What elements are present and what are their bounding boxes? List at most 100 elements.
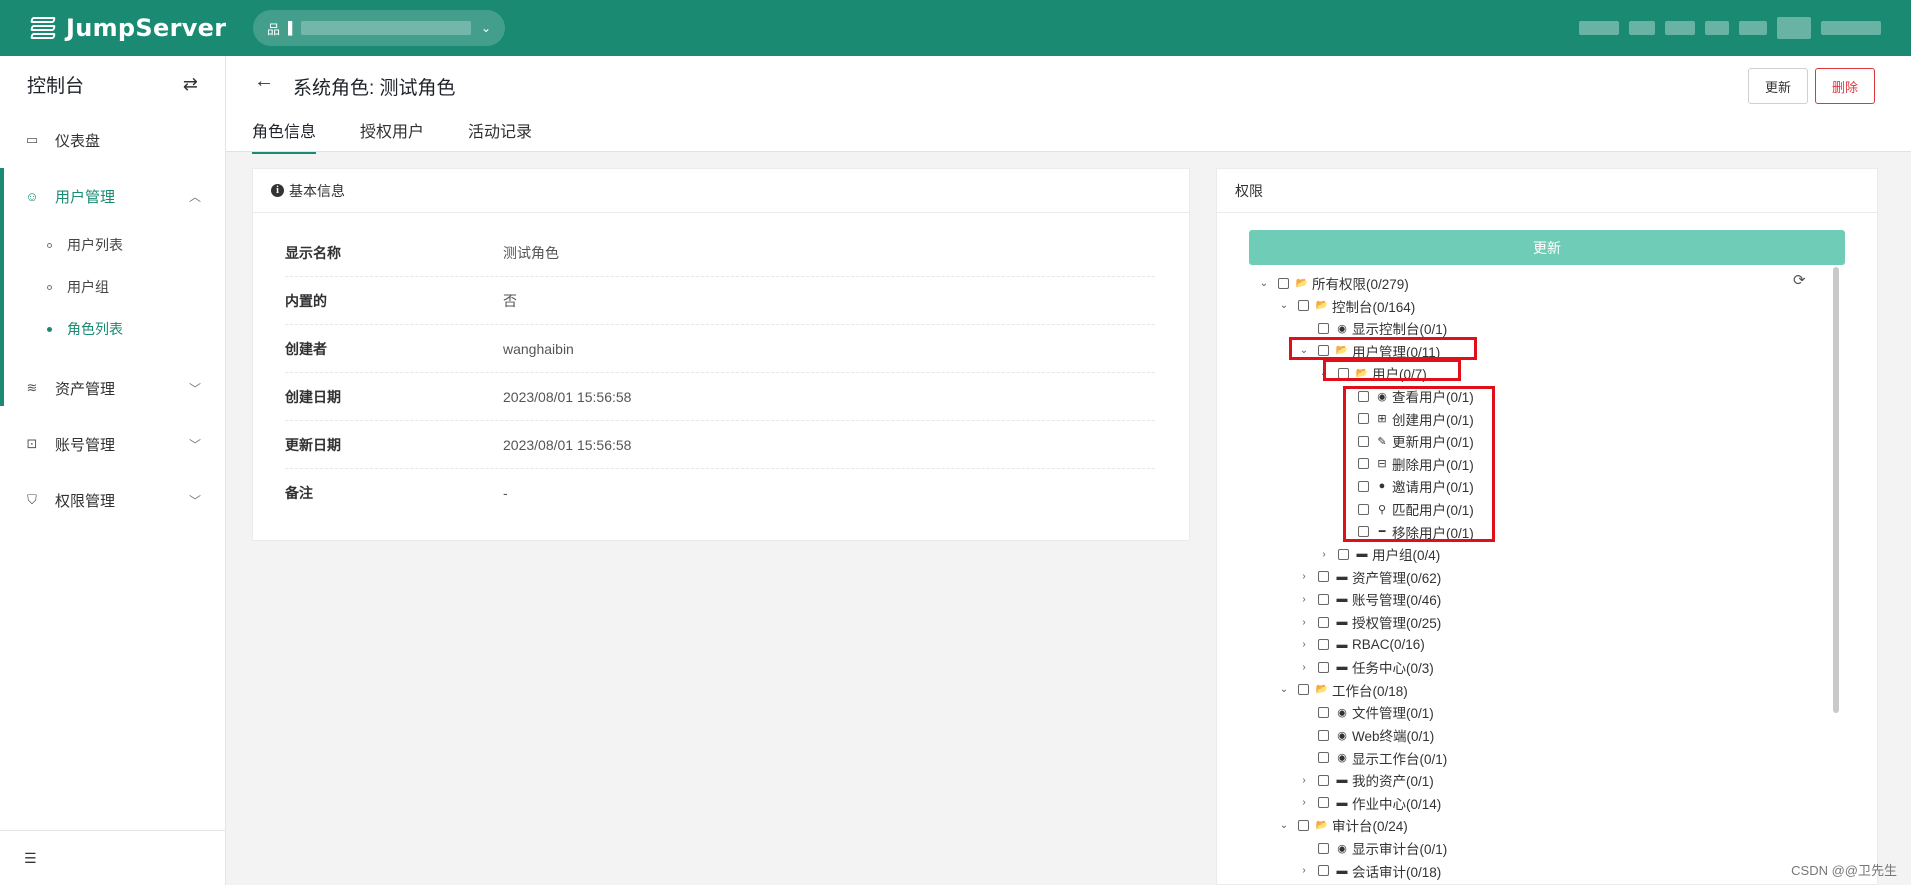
tree-node[interactable]: ⌄ 📂 控制台(0/164) xyxy=(1277,296,1415,316)
tree-node[interactable]: ⌄ 📂 所有权限(0/279) xyxy=(1257,273,1409,293)
checkbox[interactable] xyxy=(1318,729,1329,741)
checkbox[interactable] xyxy=(1318,639,1329,651)
sidebar-item-label: 用户管理 xyxy=(55,188,116,206)
checkbox[interactable] xyxy=(1298,684,1309,696)
tree-node[interactable]: ◉ Web终端(0/1) xyxy=(1297,725,1434,745)
sidebar-item-asset-management[interactable]: ≋ 资产管理 ﹀ xyxy=(0,360,225,416)
chevron-right-icon[interactable]: › xyxy=(1297,797,1311,808)
checkbox[interactable] xyxy=(1318,706,1329,718)
tree-node[interactable]: › ▬ RBAC(0/16) xyxy=(1297,635,1424,655)
folder-icon: ▬ xyxy=(1336,774,1348,787)
eye-icon: ◉ xyxy=(1337,752,1347,765)
chevron-right-icon[interactable]: › xyxy=(1297,594,1311,605)
chevron-right-icon[interactable]: › xyxy=(1297,571,1311,582)
checkbox[interactable] xyxy=(1318,842,1329,854)
sidebar-item-permission-management[interactable]: ⛉ 权限管理 ﹀ xyxy=(0,472,225,528)
tree-node[interactable]: ◉ 显示控制台(0/1) xyxy=(1297,318,1447,338)
checkbox[interactable] xyxy=(1318,661,1329,673)
tree-node-label: 显示控制台(0/1) xyxy=(1352,322,1448,338)
highlight-box xyxy=(1343,386,1495,542)
info-value: 2023/08/01 15:56:58 xyxy=(503,436,632,453)
tab-activity-log[interactable]: 活动记录 xyxy=(468,118,532,154)
sidebar-collapse-button[interactable]: ☰ xyxy=(0,830,225,885)
tree-node[interactable]: › ▬ 账号管理(0/46) xyxy=(1297,589,1441,609)
tab-role-info[interactable]: 角色信息 xyxy=(252,118,317,154)
tree-node[interactable]: ◉ 显示工作台(0/1) xyxy=(1297,748,1447,768)
tree-node[interactable]: ◉ 显示审计台(0/1) xyxy=(1297,838,1447,858)
tree-node[interactable]: › ▬ 会话审计(0/18) xyxy=(1297,861,1441,881)
info-row: 创建日期 2023/08/01 15:56:58 xyxy=(285,373,1155,421)
eye-icon: ◉ xyxy=(1337,729,1347,742)
chevron-right-icon[interactable]: › xyxy=(1297,617,1311,628)
checkbox[interactable] xyxy=(1278,277,1289,289)
chevron-down-icon[interactable]: ⌄ xyxy=(1277,820,1291,831)
tree-node[interactable]: › ▬ 资产管理(0/62) xyxy=(1297,567,1441,587)
page-header: ← 系统角色: 测试角色 角色信息 授权用户 活动记录 更新 删除 xyxy=(226,56,1911,154)
highlight-box xyxy=(1289,337,1477,360)
back-arrow-icon[interactable]: ← xyxy=(254,70,274,93)
user-area[interactable] xyxy=(1579,17,1881,39)
tree-node[interactable]: ◉ 文件管理(0/1) xyxy=(1297,702,1434,722)
card-header: i 基本信息 xyxy=(253,169,1189,213)
sidebar-subitem-user-list[interactable]: 用户列表 xyxy=(0,224,225,266)
info-key: 创建者 xyxy=(285,340,327,357)
folder-icon: ▬ xyxy=(1336,593,1348,606)
permission-card: 权限 更新 ⌄ 📂 所有权限(0/279) ⌄ 📂 控制台(0/164) ◉ 显示控制台(0/… xyxy=(1216,168,1878,885)
checkbox[interactable] xyxy=(1298,300,1309,312)
eye-icon: ◉ xyxy=(1337,322,1347,335)
checkbox[interactable] xyxy=(1318,797,1329,809)
tree-node[interactable]: › ▬ 任务中心(0/3) xyxy=(1297,657,1433,677)
tree-node-label: 显示审计台(0/1) xyxy=(1352,842,1448,857)
chevron-right-icon[interactable]: › xyxy=(1297,775,1311,786)
chevron-right-icon[interactable]: › xyxy=(1297,639,1311,650)
info-key: 显示名称 xyxy=(285,244,341,261)
tree-node[interactable]: › ▬ 授权管理(0/25) xyxy=(1297,612,1441,632)
switch-view-icon[interactable]: ⇄ xyxy=(183,74,198,95)
folder-icon: ▬ xyxy=(1336,638,1348,651)
info-row: 备注 - xyxy=(285,469,1155,517)
tree-node-label: 会话审计(0/18) xyxy=(1352,864,1442,880)
sidebar-item-user-management[interactable]: ☺ 用户管理 ︿ xyxy=(0,168,225,224)
chevron-right-icon[interactable]: › xyxy=(1297,865,1311,876)
chevron-right-icon[interactable]: › xyxy=(1297,662,1311,673)
tab-authorized-users[interactable]: 授权用户 xyxy=(360,118,424,154)
tree-node[interactable]: › ▬ 我的资产(0/1) xyxy=(1297,770,1433,790)
chevron-down-icon: ⌄ xyxy=(480,21,491,35)
scrollbar[interactable] xyxy=(1833,267,1839,713)
logo[interactable]: JumpServer xyxy=(28,13,228,43)
chevron-down-icon[interactable]: ⌄ xyxy=(1257,278,1271,289)
tree-node[interactable]: › ▬ 用户组(0/4) xyxy=(1317,544,1440,564)
update-button[interactable]: 更新 xyxy=(1748,68,1809,104)
tree-node[interactable]: ⌄ 📂 工作台(0/18) xyxy=(1277,680,1408,700)
chevron-up-icon: ︿ xyxy=(188,189,201,204)
chevron-down-icon[interactable]: ⌄ xyxy=(1277,300,1291,311)
tree-node-label: 用户组(0/4) xyxy=(1372,548,1441,564)
checkbox[interactable] xyxy=(1318,616,1329,628)
folder-open-icon: 📂 xyxy=(1295,277,1309,289)
top-bar: JumpServer 品 ▌ ⌄ xyxy=(0,0,1911,56)
organization-select[interactable]: 品 ▌ ⌄ xyxy=(253,10,505,46)
folder-icon: ▬ xyxy=(1336,661,1348,674)
chevron-right-icon[interactable]: › xyxy=(1317,549,1331,560)
folder-open-icon: 📂 xyxy=(1315,819,1329,831)
sidebar-item-label: 资产管理 xyxy=(55,380,116,398)
chevron-down-icon[interactable]: ⌄ xyxy=(1277,684,1291,695)
collapse-menu-icon: ☰ xyxy=(24,849,37,866)
delete-button[interactable]: 删除 xyxy=(1815,68,1876,104)
checkbox[interactable] xyxy=(1298,819,1309,831)
sidebar-subitem-role-list[interactable]: 角色列表 xyxy=(0,308,225,350)
checkbox[interactable] xyxy=(1318,571,1329,583)
checkbox[interactable] xyxy=(1318,774,1329,786)
tree-node[interactable]: ⌄ 📂 审计台(0/24) xyxy=(1277,815,1408,835)
checkbox[interactable] xyxy=(1338,548,1349,560)
checkbox[interactable] xyxy=(1318,593,1329,605)
sidebar-subitem-user-groups[interactable]: 用户组 xyxy=(0,266,225,308)
tree-node[interactable]: › ▬ 作业中心(0/14) xyxy=(1297,793,1441,813)
checkbox[interactable] xyxy=(1318,752,1329,764)
sidebar-item-dashboard[interactable]: ▭ 仪表盘 xyxy=(0,112,225,168)
sidebar-item-account-management[interactable]: ⊡ 账号管理 ﹀ xyxy=(0,416,225,472)
checkbox[interactable] xyxy=(1318,865,1329,877)
avatar[interactable] xyxy=(1777,17,1811,39)
refresh-icon[interactable]: ⟳ xyxy=(1793,271,1806,289)
checkbox[interactable] xyxy=(1318,322,1329,334)
